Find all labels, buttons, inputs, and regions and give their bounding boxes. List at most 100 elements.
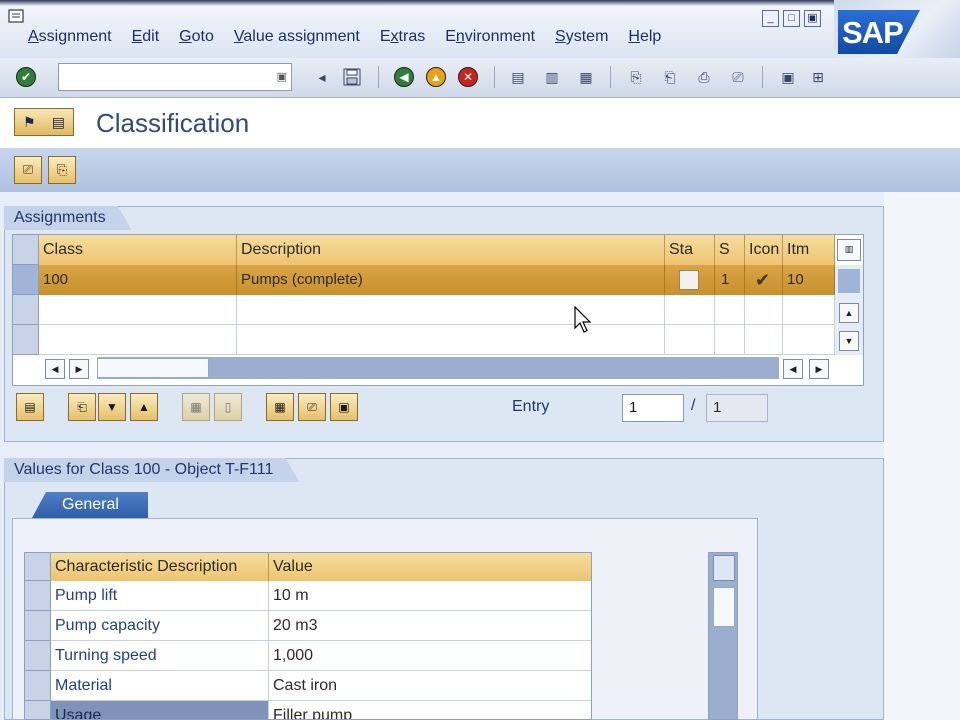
move-down-icon[interactable]: ▼ <box>98 393 126 421</box>
empty-cell[interactable] <box>745 325 783 355</box>
cell-description[interactable]: Pumps (complete) <box>237 265 665 295</box>
row-selector[interactable] <box>25 641 51 671</box>
print-icon[interactable]: ▤ <box>506 65 530 89</box>
scroll-left-end-icon[interactable]: ◀ <box>783 359 803 379</box>
cell-status[interactable] <box>665 265 715 295</box>
toolbar-separator <box>378 66 379 88</box>
scroll-right-icon[interactable]: ▶ <box>69 359 89 379</box>
empty-cell[interactable] <box>665 295 715 325</box>
menu-item-environment[interactable]: Environment <box>435 28 545 52</box>
column-header-item[interactable]: Itm <box>783 235 835 265</box>
object-list-icon[interactable]: ⎘ <box>48 156 76 184</box>
command-dropdown-icon[interactable]: ▣ <box>277 70 287 83</box>
characteristic-value[interactable]: Cast iron <box>269 671 591 701</box>
empty-cell[interactable] <box>39 325 237 355</box>
menu-item-extras[interactable]: Extras <box>370 28 435 52</box>
column-header-description[interactable]: Description <box>237 235 665 265</box>
empty-cell[interactable] <box>745 295 783 325</box>
column-header-status[interactable]: Sta <box>665 235 715 265</box>
right-background <box>884 148 960 720</box>
select-all-corner[interactable] <box>13 235 39 265</box>
menu-item-edit[interactable]: Edit <box>122 28 170 52</box>
empty-cell[interactable] <box>237 325 665 355</box>
empty-cell[interactable] <box>715 325 745 355</box>
scroll-up-icon[interactable] <box>713 555 735 581</box>
column-header-icon[interactable]: Icon <box>745 235 783 265</box>
previous-page-icon[interactable]: ⎗ <box>658 65 682 89</box>
restore-icon[interactable]: ▣ <box>804 10 821 27</box>
mouse-cursor-icon <box>574 306 592 333</box>
tab-general[interactable]: General <box>32 492 148 518</box>
empty-cell[interactable] <box>715 295 745 325</box>
create-session-icon[interactable]: ▣ <box>776 65 800 89</box>
status-checkbox[interactable] <box>679 270 699 290</box>
column-header-s[interactable]: S <box>715 235 745 265</box>
column-header-class[interactable]: Class <box>39 235 237 265</box>
other-object-icon[interactable]: ⎚ <box>14 156 42 184</box>
select-block-icon[interactable]: ▣ <box>330 393 358 421</box>
empty-cell[interactable] <box>783 325 835 355</box>
row-selector[interactable] <box>13 265 39 295</box>
save-icon[interactable] <box>340 65 364 89</box>
characteristic-value[interactable]: 20 m3 <box>269 611 591 641</box>
menu-item-value-assignment[interactable]: Value assignment <box>224 28 370 52</box>
cell-class[interactable]: 100 <box>39 265 237 295</box>
characteristic-value[interactable]: 10 m <box>269 581 591 611</box>
first-page-icon[interactable]: ⎘ <box>624 65 648 89</box>
last-page-icon[interactable]: ⎚ <box>726 65 750 89</box>
details-icon[interactable]: ▤ <box>16 393 44 421</box>
column-header-value[interactable]: Value <box>269 553 591 581</box>
scroll-thumb[interactable] <box>713 587 735 627</box>
scroll-down-icon[interactable]: ▼ <box>839 331 859 351</box>
row-selector[interactable] <box>25 611 51 641</box>
next-page-icon[interactable]: ⎙ <box>692 65 716 89</box>
empty-cell[interactable] <box>783 295 835 325</box>
deselect-all-icon[interactable]: ⎚ <box>298 393 326 421</box>
scroll-up-icon[interactable]: ▲ <box>839 303 859 323</box>
menu-item-system[interactable]: System <box>545 28 618 52</box>
find-next-icon[interactable]: ▦ <box>574 65 598 89</box>
column-config-icon[interactable]: ▥ <box>837 239 861 261</box>
menu-item-help[interactable]: Help <box>618 28 671 52</box>
vertical-scrollbar[interactable]: ▲ ▼ <box>835 265 863 355</box>
select-all-corner[interactable] <box>25 553 51 581</box>
menu-item-goto[interactable]: Goto <box>169 28 224 52</box>
back-arrow-icon[interactable]: ◂ <box>310 65 334 89</box>
system-menu-icon[interactable] <box>8 8 26 24</box>
row-selector[interactable] <box>25 701 51 719</box>
find-icon[interactable]: ▥ <box>540 65 564 89</box>
scroll-left-icon[interactable]: ◀ <box>45 359 65 379</box>
toolbar-separator <box>610 66 611 88</box>
choose-layout-icon[interactable]: ⎗ <box>68 393 96 421</box>
empty-cell[interactable] <box>665 325 715 355</box>
enter-icon[interactable]: ✔ <box>14 65 38 89</box>
shortcut-icon[interactable]: ⊞ <box>806 65 830 89</box>
minimize-icon[interactable]: _ <box>762 10 779 27</box>
move-up-icon[interactable]: ▲ <box>130 393 158 421</box>
row-selector[interactable] <box>13 295 39 325</box>
insert-row-icon[interactable]: ▦ <box>182 393 210 421</box>
exit-icon[interactable]: ▲ <box>424 65 448 89</box>
entry-input[interactable]: 1 <box>622 394 684 422</box>
menu-item-assignment[interactable]: Assignment <box>18 28 122 52</box>
maximize-icon[interactable]: □ <box>783 10 800 27</box>
delete-row-icon[interactable]: ▯ <box>214 393 242 421</box>
cancel-icon[interactable]: ✕ <box>456 65 480 89</box>
empty-cell[interactable] <box>39 295 237 325</box>
horizontal-scrollbar[interactable] <box>97 357 779 379</box>
row-selector[interactable] <box>25 671 51 701</box>
row-selector[interactable] <box>13 325 39 355</box>
column-header-characteristic[interactable]: Characteristic Description <box>51 553 269 581</box>
characteristic-value[interactable]: 1,000 <box>269 641 591 671</box>
characteristics-vertical-scrollbar[interactable] <box>708 552 738 720</box>
vertical-scroll-thumb[interactable] <box>838 269 860 293</box>
scroll-right-end-icon[interactable]: ▶ <box>809 359 829 379</box>
application-icon[interactable]: ⚑ ▤ <box>14 108 74 136</box>
back-icon[interactable]: ◀ <box>392 65 416 89</box>
empty-cell[interactable] <box>237 295 665 325</box>
horizontal-scroll-thumb[interactable] <box>97 358 209 378</box>
select-all-icon[interactable]: ▦ <box>266 393 294 421</box>
row-selector[interactable] <box>25 581 51 611</box>
characteristic-value[interactable]: Filler pump <box>269 701 591 719</box>
command-field[interactable]: ▣ <box>58 63 292 91</box>
